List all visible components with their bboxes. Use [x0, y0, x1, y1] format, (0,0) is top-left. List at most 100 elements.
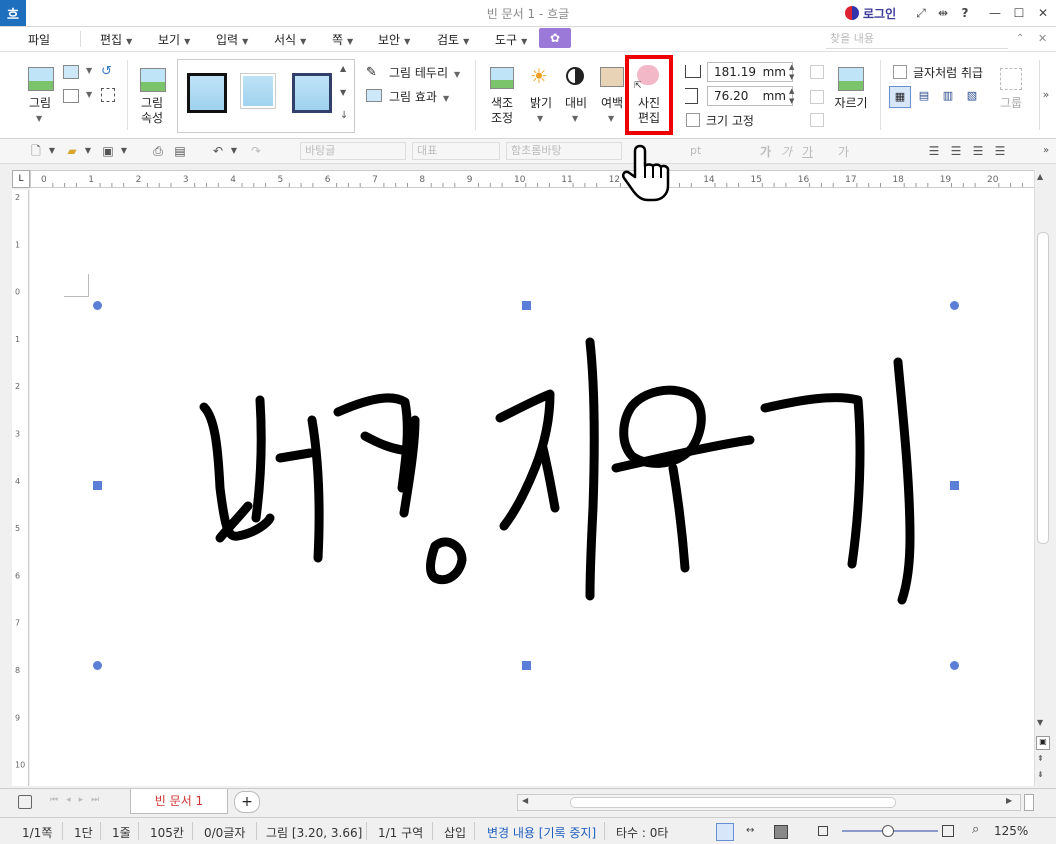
margin-label[interactable]: 여백: [596, 96, 628, 111]
style-thumb-navy-border[interactable]: [292, 73, 332, 113]
fix-size-checkbox[interactable]: [686, 113, 700, 127]
size-option-icon[interactable]: [810, 90, 824, 104]
width-spinner[interactable]: ▲ ▼: [789, 62, 799, 82]
menu-view[interactable]: 보기 ▼: [158, 31, 190, 48]
crop-label[interactable]: 자르기: [831, 96, 871, 111]
chevron-down-icon[interactable]: ▼: [537, 114, 543, 123]
print-preview-icon[interactable]: ▤: [172, 143, 188, 159]
ribbon-expand-icon[interactable]: »: [1039, 60, 1052, 130]
scroll-down-icon[interactable]: ▼: [1037, 718, 1043, 727]
resize-handle-top-left[interactable]: [93, 301, 102, 310]
brightness-icon[interactable]: ☀: [530, 64, 548, 88]
brightness-label[interactable]: 밝기: [525, 96, 557, 111]
font-select[interactable]: 함초롬바탕: [506, 142, 622, 160]
menu-insert[interactable]: 입력 ▼: [216, 31, 248, 48]
menu-security[interactable]: 보안 ▼: [378, 31, 410, 48]
zoom-in-icon[interactable]: [942, 825, 954, 837]
height-spinner[interactable]: ▲ ▼: [789, 86, 799, 106]
wrap-behind-icon[interactable]: ▥: [939, 87, 957, 105]
minimize-button[interactable]: —: [986, 4, 1004, 22]
picture-icon[interactable]: [28, 67, 54, 91]
add-tab-button[interactable]: +: [234, 791, 260, 813]
style-thumb-black-border[interactable]: [187, 73, 227, 113]
chevron-down-icon[interactable]: ▼: [86, 90, 92, 99]
tab-nav-icon[interactable]: ⏮◂▸⏭: [50, 795, 107, 805]
handwriting-image[interactable]: [30, 188, 1034, 786]
redo-icon[interactable]: ↷: [248, 143, 264, 159]
print-icon[interactable]: ⎙: [150, 143, 166, 159]
menu-page[interactable]: 쪽 ▼: [332, 31, 353, 48]
margin-icon[interactable]: [600, 67, 624, 87]
horizontal-ruler[interactable]: 0123456789101112131415161718192021: [30, 170, 1047, 188]
prev-page-icon[interactable]: ⇞: [1037, 754, 1044, 763]
gallery-up-icon[interactable]: ▲: [340, 64, 346, 73]
wrap-top-bottom-icon[interactable]: ▤: [915, 87, 933, 105]
align-left-icon[interactable]: ☰: [948, 143, 964, 159]
zoom-slider-knob[interactable]: [882, 825, 894, 837]
view-width-icon[interactable]: ↔: [746, 825, 754, 836]
chevron-down-icon[interactable]: ▼: [608, 114, 614, 123]
document-page[interactable]: [30, 188, 1034, 786]
color-adjust-icon[interactable]: [490, 67, 514, 89]
scrollbar-thumb[interactable]: [1037, 232, 1049, 544]
align-right-icon[interactable]: ☰: [992, 143, 1008, 159]
gallery-down-icon[interactable]: ▼: [340, 88, 346, 97]
split-icon[interactable]: ⇹: [934, 4, 952, 22]
toolbar-more-icon[interactable]: »: [1038, 143, 1054, 159]
chevron-down-icon[interactable]: ▼: [44, 143, 60, 159]
picture-border-button[interactable]: 그림 테두리 ▼: [389, 64, 460, 81]
picture-effect-button[interactable]: 그림 효과 ▼: [389, 88, 449, 105]
crop-icon[interactable]: [838, 67, 864, 91]
chevron-down-icon[interactable]: ▼: [226, 143, 242, 159]
status-insert-mode[interactable]: 삽입: [444, 824, 466, 841]
memo-icon[interactable]: [18, 795, 32, 809]
resize-handle-bottom[interactable]: [522, 661, 531, 670]
picture-label[interactable]: 그림: [22, 96, 58, 111]
find-input[interactable]: 찾을 내용: [826, 30, 1008, 49]
view-fit-icon[interactable]: [774, 825, 788, 839]
picture-replace-icon[interactable]: [63, 65, 79, 79]
resize-handle-left[interactable]: [93, 481, 102, 490]
view-page-icon[interactable]: [716, 823, 734, 841]
horizontal-scrollbar[interactable]: ◀ ▶: [517, 794, 1021, 811]
gallery-more-icon[interactable]: ↓: [340, 110, 348, 121]
login-button[interactable]: 로그인: [845, 4, 896, 22]
collapse-ribbon-icon[interactable]: ⌃: [1016, 33, 1024, 44]
scroll-left-icon[interactable]: ◀: [522, 796, 528, 805]
menu-tools[interactable]: 도구 ▼: [495, 31, 527, 48]
picture-properties-icon[interactable]: [140, 68, 166, 92]
menu-review[interactable]: 검토 ▼: [437, 31, 469, 48]
chevron-down-icon[interactable]: ▼: [572, 114, 578, 123]
vertical-scrollbar[interactable]: ▲ ▼ ▣ ⇞ ⇟: [1034, 170, 1051, 786]
resize-handle-top[interactable]: [522, 301, 531, 310]
chevron-down-icon[interactable]: ▼: [36, 114, 42, 123]
chevron-down-icon[interactable]: ▼: [86, 66, 92, 75]
chevron-down-icon[interactable]: ▼: [80, 143, 96, 159]
group-icon[interactable]: [1000, 68, 1022, 90]
help-button[interactable]: ?: [956, 4, 974, 22]
style-thumb-plain[interactable]: [240, 73, 276, 109]
reset-picture-icon[interactable]: ↺: [101, 64, 112, 79]
tab-type-icon[interactable]: L: [12, 170, 30, 188]
bold-button[interactable]: 가: [760, 143, 771, 160]
plugin-tab-icon[interactable]: ✿: [539, 28, 571, 48]
magnifier-icon[interactable]: ⌕: [972, 822, 979, 837]
treat-as-char-checkbox[interactable]: [893, 65, 907, 79]
group-label[interactable]: 그룹: [995, 96, 1027, 111]
contrast-icon[interactable]: [566, 67, 584, 85]
style-select[interactable]: 바탕글: [300, 142, 406, 160]
picture-save-icon[interactable]: [63, 89, 79, 103]
menu-edit[interactable]: 편집 ▼: [100, 31, 132, 48]
select-area-icon[interactable]: [101, 88, 115, 102]
effect-icon[interactable]: [366, 89, 382, 102]
italic-button[interactable]: 가: [781, 143, 792, 160]
fullscreen-icon[interactable]: ⤢: [912, 4, 930, 22]
language-select[interactable]: 대표: [412, 142, 500, 160]
maximize-button[interactable]: ☐: [1010, 4, 1028, 22]
next-page-icon[interactable]: ⇟: [1037, 770, 1044, 779]
open-folder-icon[interactable]: ▰: [64, 143, 80, 159]
strike-button[interactable]: 가: [838, 143, 849, 160]
scroll-up-icon[interactable]: ▲: [1037, 172, 1043, 181]
picture-properties-label[interactable]: 그림 속성: [134, 96, 170, 126]
zoom-out-icon[interactable]: [818, 826, 828, 836]
